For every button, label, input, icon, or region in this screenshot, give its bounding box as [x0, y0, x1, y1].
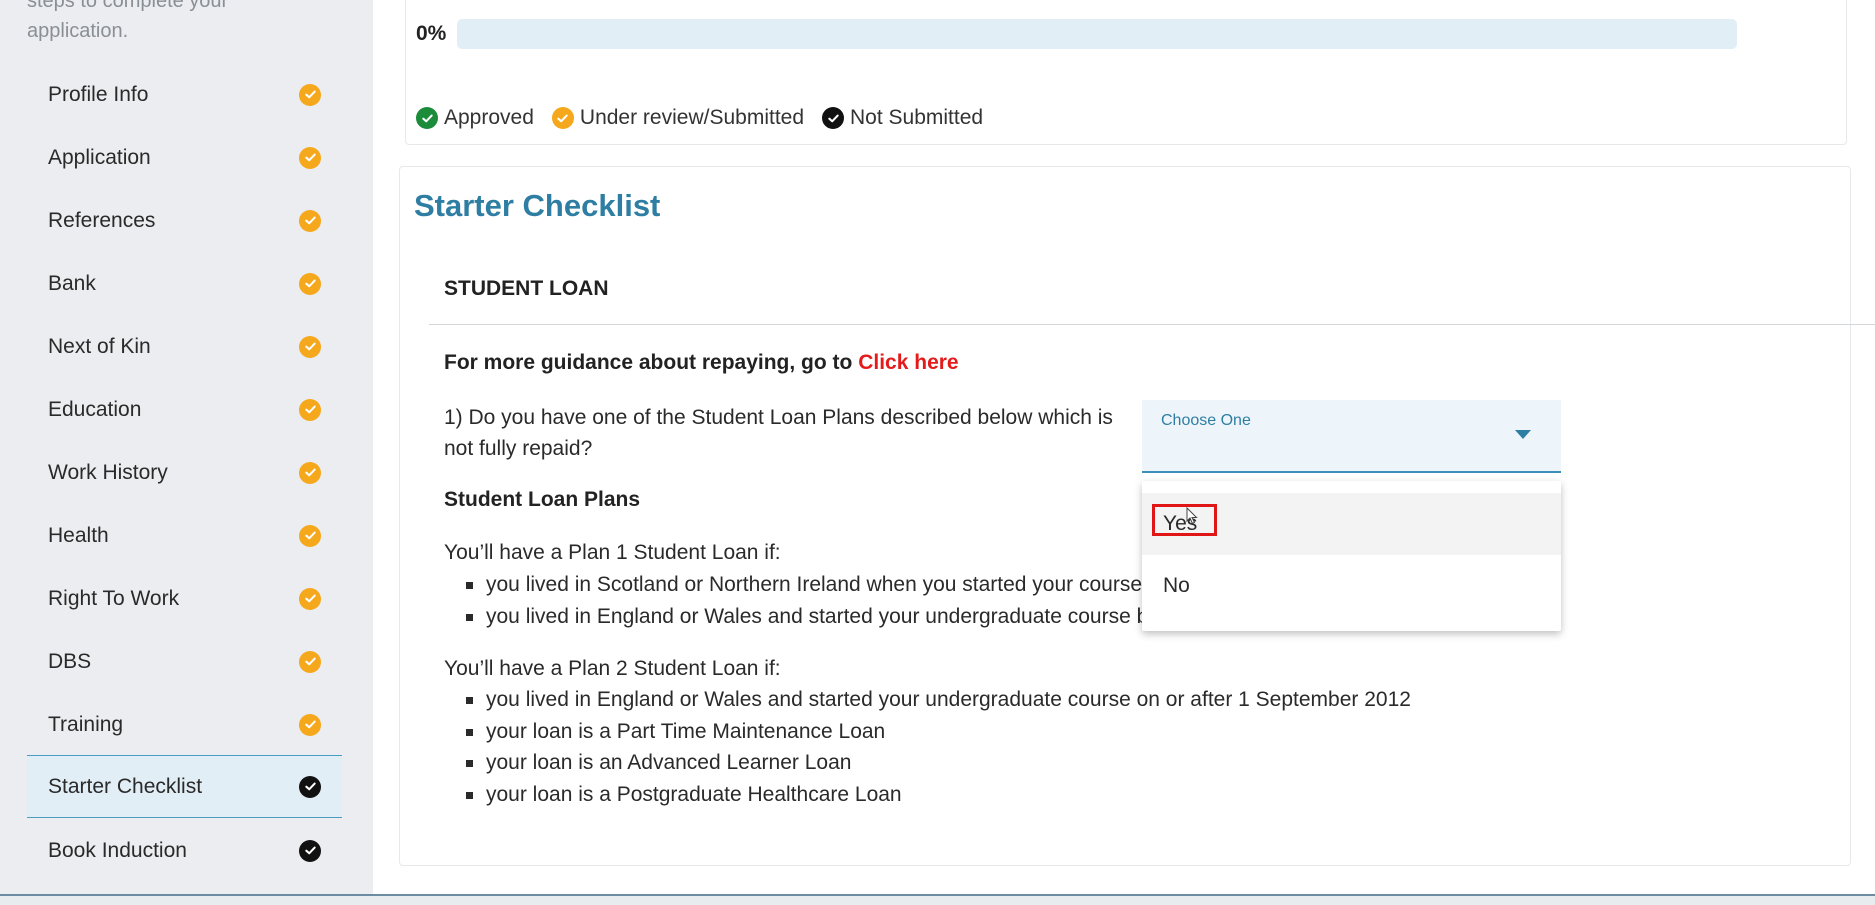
check-circle-icon	[299, 713, 321, 736]
sidebar-item-label: Training	[48, 712, 124, 736]
sidebar-item-label: Application	[48, 145, 151, 169]
list-item: you lived in England or Wales and starte…	[444, 684, 1411, 716]
check-circle-icon	[299, 146, 321, 169]
legend-under-review: Under review/Submitted	[551, 106, 805, 130]
sidebar-item-label: Book Induction	[48, 838, 187, 862]
check-circle-icon	[299, 775, 321, 798]
list-item: you lived in England or Wales and starte…	[444, 601, 1148, 633]
sidebar-item-label: Health	[48, 523, 109, 547]
check-circle-icon	[299, 335, 321, 358]
highlight-box	[1152, 504, 1217, 536]
page-title: Starter Checklist	[414, 188, 661, 223]
sidebar-item-bank[interactable]: Bank	[27, 252, 342, 315]
check-circle-icon	[299, 398, 321, 421]
sidebar-item-label: Work History	[48, 460, 168, 484]
check-circle-icon	[299, 587, 321, 610]
sidebar-item-work-history[interactable]: Work History	[27, 441, 342, 504]
sidebar-item-starter-checklist[interactable]: Starter Checklist	[27, 755, 342, 818]
sidebar-item-dbs[interactable]: DBS	[27, 630, 342, 693]
select-label: Choose One	[1161, 412, 1251, 429]
sidebar-item-training[interactable]: Training	[27, 693, 342, 756]
check-circle-icon	[299, 461, 321, 484]
sidebar-item-label: DBS	[48, 649, 92, 673]
click-here-link[interactable]: Click here	[858, 351, 958, 374]
sidebar-item-label: Right To Work	[48, 586, 180, 610]
check-circle-icon	[299, 272, 321, 295]
list-item: you lived in Scotland or Northern Irelan…	[444, 569, 1148, 601]
list-item: your loan is a Postgraduate Healthcare L…	[444, 779, 1411, 811]
legend-label: Not Submitted	[850, 106, 984, 129]
check-circle-icon	[299, 650, 321, 673]
plan1-intro: You’ll have a Plan 1 Student Loan if:	[444, 541, 781, 564]
plan2-list: you lived in England or Wales and starte…	[444, 684, 1411, 810]
check-circle-icon	[551, 107, 574, 129]
sidebar-item-health[interactable]: Health	[27, 504, 342, 567]
legend-not-submitted: Not Submitted	[822, 106, 983, 130]
caret-down-icon[interactable]	[1515, 430, 1531, 439]
progress-percent: 0%	[416, 22, 447, 45]
legend-label: Under review/Submitted	[579, 106, 805, 129]
sidebar-item-next-of-kin[interactable]: Next of Kin	[27, 315, 342, 378]
sidebar-item-application[interactable]: Application	[27, 126, 342, 189]
status-legend: Approved Under review/Submitted Not Subm…	[416, 106, 1001, 130]
sidebar-item-label: Starter Checklist	[48, 774, 203, 798]
plan1-list: you lived in Scotland or Northern Irelan…	[444, 569, 1148, 632]
option-no[interactable]: No	[1142, 555, 1561, 617]
legend-label: Approved	[444, 106, 534, 129]
progress-bar	[457, 19, 1737, 49]
check-circle-icon	[299, 209, 321, 232]
plans-heading: Student Loan Plans	[444, 488, 641, 511]
sidebar-intro-text: steps to complete your application.	[27, 0, 229, 42]
legend-approved: Approved	[416, 106, 534, 130]
mouse-pointer-icon	[1186, 507, 1198, 525]
sidebar-item-label: Next of Kin	[48, 334, 151, 358]
check-circle-icon	[299, 524, 321, 547]
sidebar-item-book-induction[interactable]: Book Induction	[27, 819, 342, 882]
check-circle-icon	[416, 107, 438, 129]
plan2-intro: You’ll have a Plan 2 Student Loan if:	[444, 657, 781, 680]
guidance-label: For more guidance about repaying, go to	[444, 351, 853, 374]
sidebar-item-profile-info[interactable]: Profile Info	[27, 63, 342, 126]
sidebar: steps to complete your application. Prof…	[0, 0, 373, 903]
sidebar-item-label: References	[48, 208, 156, 232]
check-circle-icon	[299, 839, 321, 862]
sidebar-item-label: Education	[48, 397, 142, 421]
sidebar-item-education[interactable]: Education	[27, 378, 342, 441]
sidebar-item-label: Profile Info	[48, 82, 149, 106]
section-title: STUDENT LOAN	[444, 277, 609, 300]
divider	[429, 324, 1875, 325]
sidebar-item-right-to-work[interactable]: Right To Work	[27, 567, 342, 630]
check-circle-icon	[299, 83, 321, 106]
list-item: your loan is an Advanced Learner Loan	[444, 747, 1411, 779]
question-text: 1) Do you have one of the Student Loan P…	[444, 406, 1113, 460]
check-circle-icon	[822, 107, 845, 129]
student-loan-select[interactable]: Choose One	[1142, 400, 1561, 473]
guidance-text: For more guidance about repaying, go to …	[444, 351, 959, 375]
list-item: your loan is a Part Time Maintenance Loa…	[444, 716, 1411, 748]
sidebar-item-label: Bank	[48, 271, 96, 295]
sidebar-item-references[interactable]: References	[27, 189, 342, 252]
bottom-strip	[0, 894, 1875, 905]
